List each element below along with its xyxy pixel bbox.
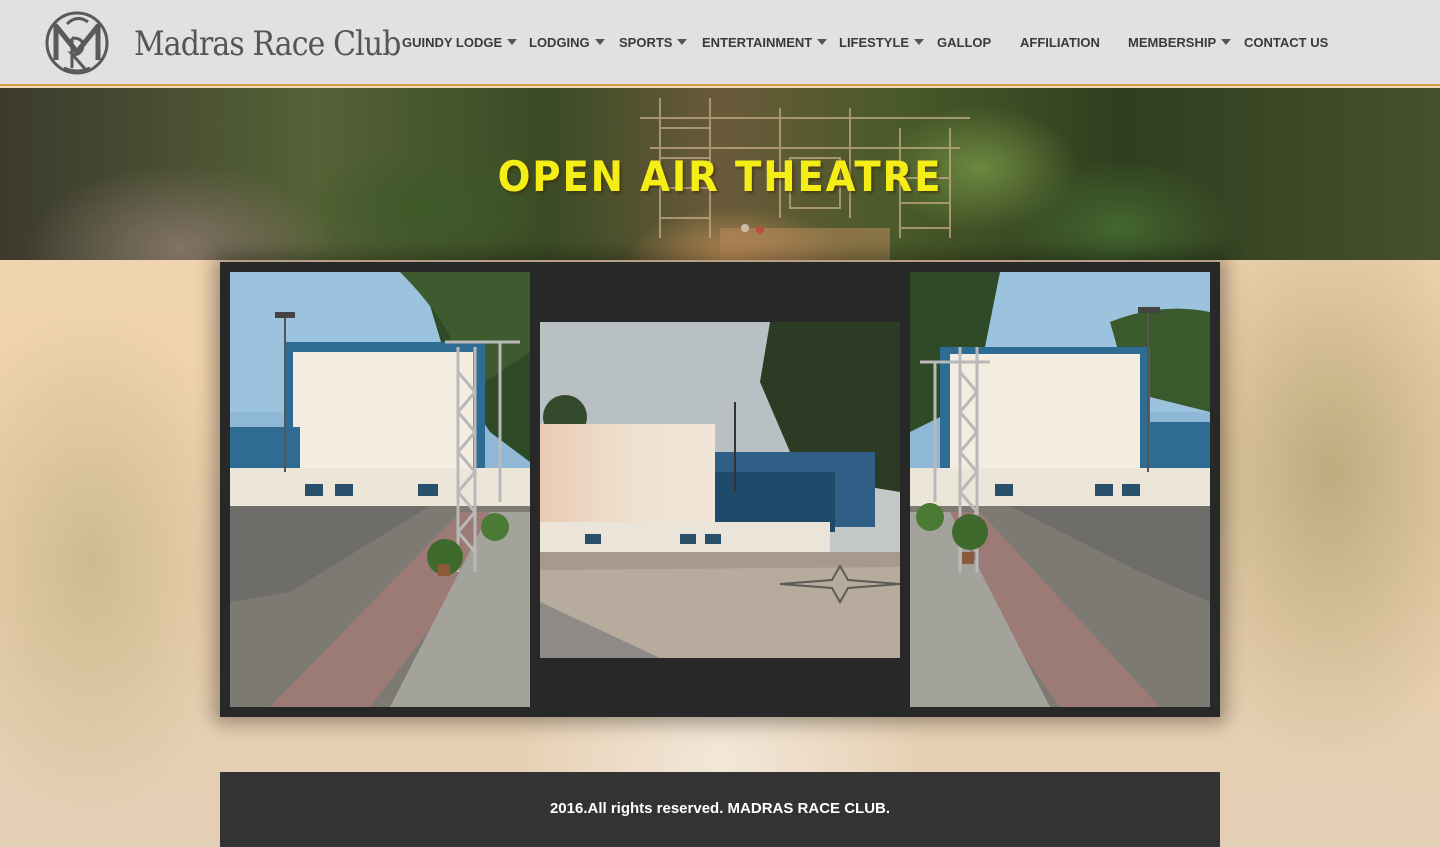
chevron-down-icon: [507, 39, 518, 45]
nav-item-gallop[interactable]: GALLOP: [937, 35, 991, 51]
nav-item-membership[interactable]: MEMBERSHIP: [1128, 35, 1232, 51]
gallery-photo-right[interactable]: [910, 272, 1210, 707]
nav-item-sports[interactable]: SPORTS: [619, 35, 688, 51]
nav-label: LIFESTYLE: [839, 35, 910, 50]
chevron-down-icon: [914, 39, 925, 45]
nav-label: AFFILIATION: [1020, 35, 1100, 50]
site-footer: 2016.All rights reserved. MADRAS RACE CL…: [220, 772, 1220, 847]
gallery-photo-center[interactable]: [540, 322, 900, 658]
page-banner: OPEN AIR THEATRE: [0, 88, 1440, 260]
chevron-down-icon: [1221, 39, 1232, 45]
nav-label: CONTACT US: [1244, 35, 1329, 50]
nav-label: GALLOP: [937, 35, 992, 50]
nav-item-affiliation[interactable]: AFFILIATION: [1020, 35, 1100, 51]
nav-item-guindy-lodge[interactable]: GUINDY LODGE: [402, 35, 518, 51]
gallery-photo-left[interactable]: [230, 272, 530, 707]
nav-label: LODGING: [529, 35, 590, 50]
page-title: OPEN AIR THEATRE: [497, 152, 943, 201]
nav-item-lifestyle[interactable]: LIFESTYLE: [839, 35, 925, 51]
copyright-text: 2016.All rights reserved. MADRAS RACE CL…: [549, 800, 891, 817]
theatre-photo-image: [540, 322, 900, 658]
theatre-photo-image: [230, 272, 530, 707]
chevron-down-icon: [677, 39, 688, 45]
chevron-down-icon: [817, 39, 828, 45]
theatre-photo-image: [910, 272, 1210, 707]
main-nav: GUINDY LODGE LODGING SPORTS ENTERTAINMEN…: [0, 0, 1440, 86]
nav-label: SPORTS: [619, 35, 673, 50]
nav-label: GUINDY LODGE: [402, 35, 503, 50]
nav-item-contact-us[interactable]: CONTACT US: [1244, 35, 1328, 51]
photo-gallery: [220, 262, 1220, 717]
nav-label: ENTERTAINMENT: [702, 35, 813, 50]
site-header: Madras Race Club GUINDY LODGE LODGING SP…: [0, 0, 1440, 86]
nav-item-entertainment[interactable]: ENTERTAINMENT: [702, 35, 828, 51]
nav-item-lodging[interactable]: LODGING: [529, 35, 605, 51]
nav-label: MEMBERSHIP: [1128, 35, 1217, 50]
chevron-down-icon: [594, 39, 605, 45]
